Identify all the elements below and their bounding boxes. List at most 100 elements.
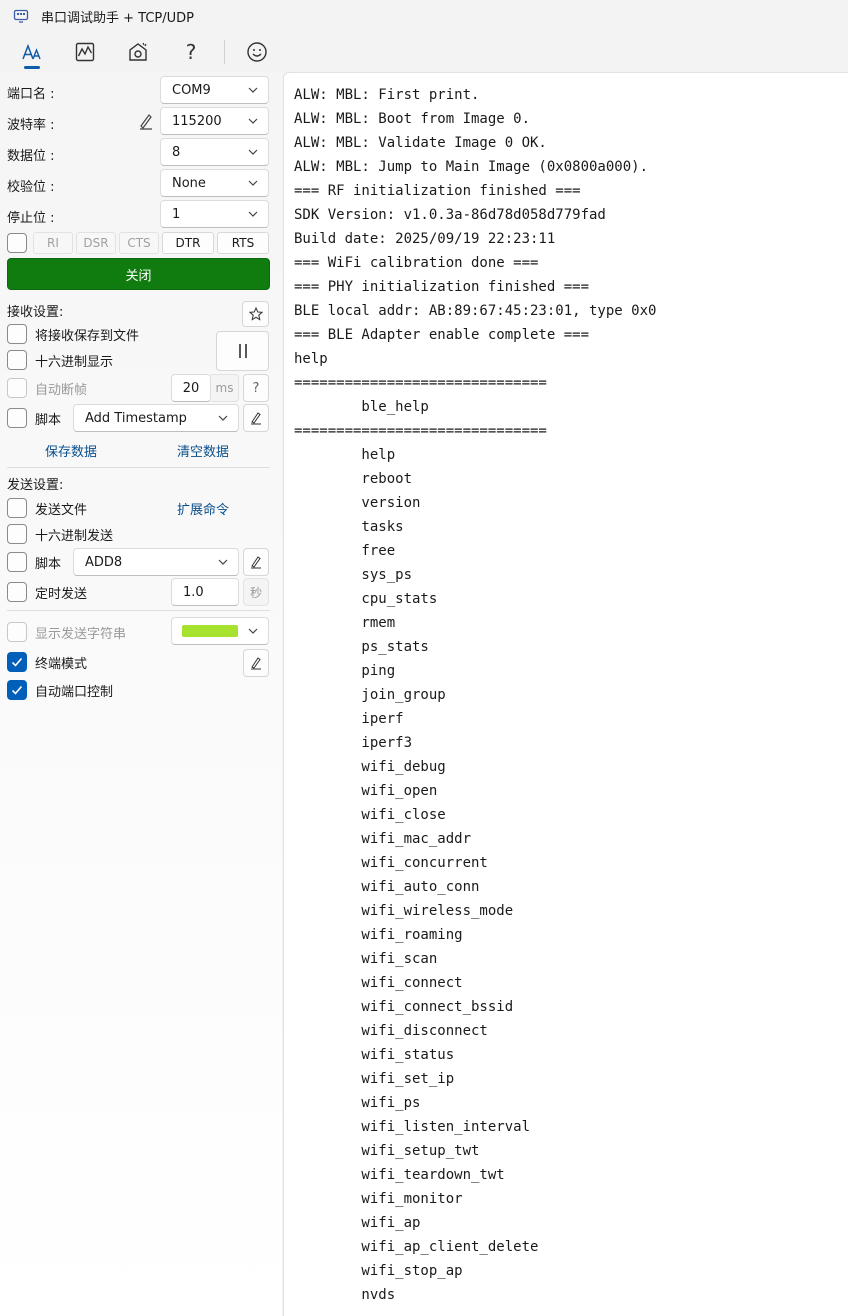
auto-frame-help-button[interactable]: ? [243, 374, 269, 402]
terminal-line: ALW: MBL: Jump to Main Image (0x0800a000… [294, 159, 649, 175]
terminal-line: wifi_ap [294, 1215, 421, 1231]
terminal-line: wifi_wireless_mode [294, 903, 514, 919]
terminal-line: wifi_open [294, 783, 438, 799]
timed-send-checkbox[interactable] [7, 582, 27, 602]
favorite-button[interactable] [242, 301, 269, 327]
checkmark-icon [11, 657, 23, 667]
stopbits-value: 1 [172, 206, 181, 222]
font-tool-button[interactable] [12, 34, 52, 70]
rts-toggle[interactable]: RTS [217, 232, 269, 254]
svg-text:?: ? [186, 41, 197, 63]
color-swatch [182, 625, 238, 637]
send-file-checkbox[interactable] [7, 498, 27, 518]
settings-tool-button[interactable] [118, 34, 158, 70]
terminal-line: wifi_mac_addr [294, 831, 472, 847]
terminal-mode-checkbox[interactable] [7, 652, 27, 672]
save-data-link[interactable]: 保存数据 [45, 441, 97, 460]
auto-frame-checkbox[interactable] [7, 378, 27, 398]
terminal-line: wifi_disconnect [294, 1023, 488, 1039]
databits-value: 8 [172, 144, 181, 160]
terminal-line: wifi_close [294, 807, 446, 823]
edit-pen-icon [251, 412, 261, 425]
send-color-select[interactable] [171, 617, 269, 645]
help-tool-button[interactable]: ? [171, 34, 211, 70]
send-script-checkbox[interactable] [7, 552, 27, 572]
chart-tool-button[interactable] [65, 34, 105, 70]
receive-script-select[interactable]: Add Timestamp [73, 404, 239, 432]
terminal-output[interactable]: ALW: MBL: First print. ALW: MBL: Boot fro… [294, 83, 848, 1307]
terminal-line: ALW: MBL: Validate Image 0 OK. [294, 135, 547, 151]
send-script-value: ADD8 [85, 554, 123, 570]
save-to-file-checkbox[interactable] [7, 324, 27, 344]
stopbits-select[interactable]: 1 [160, 200, 269, 228]
terminal-line: wifi_connect [294, 975, 463, 991]
hex-display-checkbox[interactable] [7, 350, 27, 370]
auto-port-checkbox[interactable] [7, 680, 27, 700]
terminal-line: wifi_debug [294, 759, 446, 775]
chevron-down-icon [248, 118, 258, 124]
terminal-line: Build date: 2025/09/19 22:23:11 [294, 231, 556, 247]
dsr-indicator: DSR [76, 232, 116, 254]
clear-data-link[interactable]: 清空数据 [177, 441, 229, 460]
baud-select[interactable]: 115200 [160, 107, 269, 135]
chevron-down-icon [248, 87, 258, 93]
send-script-edit-button[interactable] [243, 548, 269, 576]
help-icon: ? [186, 41, 197, 63]
parity-value: None [172, 175, 206, 191]
send-script-select[interactable]: ADD8 [73, 548, 239, 576]
terminal-line: wifi_ps [294, 1095, 421, 1111]
terminal-line: ============================== [294, 423, 547, 439]
terminal-line: SDK Version: v1.0.3a-86d78d058d779fad [294, 207, 606, 223]
receive-script-value: Add Timestamp [85, 410, 187, 426]
terminal-line: wifi_stop_ap [294, 1263, 463, 1279]
terminal-line: wifi_status [294, 1047, 455, 1063]
terminal-line: wifi_scan [294, 951, 438, 967]
auto-frame-input[interactable]: 20 [171, 374, 211, 402]
timed-send-input[interactable]: 1.0 [171, 578, 239, 606]
receive-section-label: 接收设置: [7, 305, 64, 320]
terminal-line: === WiFi calibration done === [294, 255, 539, 271]
receive-script-checkbox[interactable] [7, 408, 27, 428]
save-to-file-label: 将接收保存到文件 [35, 329, 140, 344]
auto-frame-label: 自动断帧 [35, 383, 88, 398]
dtr-toggle[interactable]: DTR [162, 232, 214, 254]
terminal-line: === PHY initialization finished === [294, 279, 590, 295]
terminal-line: === BLE Adapter enable complete === [294, 327, 590, 343]
port-label: 端口名 : [7, 87, 55, 102]
terminal-line: ping [294, 663, 396, 679]
chevron-down-icon [248, 149, 258, 155]
chevron-down-icon [218, 415, 228, 421]
toolbar-separator [224, 40, 225, 64]
terminal-line: wifi_auto_conn [294, 879, 480, 895]
show-send-checkbox[interactable] [7, 622, 27, 642]
terminal-line: ps_stats [294, 639, 429, 655]
databits-select[interactable]: 8 [160, 138, 269, 166]
toolbar: ? [0, 32, 848, 72]
hex-send-checkbox[interactable] [7, 524, 27, 544]
pause-icon [238, 344, 247, 358]
ext-command-link[interactable]: 扩展命令 [177, 499, 229, 518]
star-icon [248, 307, 263, 321]
show-send-label: 显示发送字符串 [35, 627, 127, 642]
chart-icon [75, 42, 95, 62]
terminal-line: ALW: MBL: First print. [294, 87, 480, 103]
parity-select[interactable]: None [160, 169, 269, 197]
about-tool-button[interactable] [237, 34, 277, 70]
edit-pen-icon [251, 657, 261, 670]
pen-icon[interactable] [137, 112, 155, 130]
terminal-line: cpu_stats [294, 591, 438, 607]
terminal-line: BLE local addr: AB:89:67:45:23:01, type … [294, 303, 657, 319]
terminal-panel[interactable]: ALW: MBL: First print. ALW: MBL: Boot fro… [283, 72, 848, 1316]
terminal-line: iperf3 [294, 735, 413, 751]
pause-button[interactable] [216, 331, 269, 371]
signals-checkbox[interactable] [7, 233, 27, 253]
chevron-down-icon [218, 559, 228, 565]
terminal-mode-edit-button[interactable] [243, 649, 269, 677]
chevron-down-icon [248, 628, 258, 634]
close-port-button[interactable]: 关闭 [7, 258, 270, 290]
receive-script-edit-button[interactable] [243, 404, 269, 432]
terminal-line: sys_ps [294, 567, 413, 583]
auto-frame-unit: ms [211, 374, 239, 402]
port-select[interactable]: COM9 [160, 76, 269, 104]
cts-indicator: CTS [119, 232, 159, 254]
